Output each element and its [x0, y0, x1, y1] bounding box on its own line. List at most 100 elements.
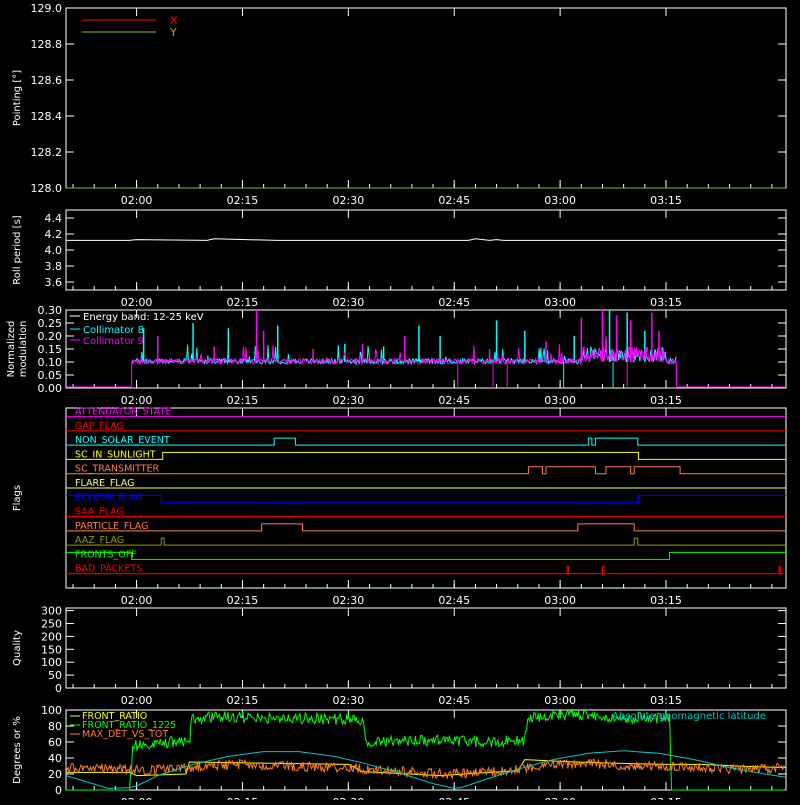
flag-trace-aaz_flag	[66, 537, 786, 546]
y-tick-label-modulation: 0.15	[38, 343, 63, 356]
flag-label-flare_flag: FLARE_FLAG	[75, 478, 135, 489]
x-tick-label-modulation: 02:30	[333, 394, 365, 407]
y-tick-label-quality: 0	[55, 682, 62, 695]
x-tick-label-pointing: 02:00	[121, 194, 153, 207]
y-axis-label-modulation: Normalizedmodulation	[6, 321, 29, 378]
x-tick-label-modulation: 03:15	[650, 394, 682, 407]
flag-label-saa_flag: SAA_FLAG	[75, 507, 124, 518]
x-tick-label-flags: 03:00	[544, 594, 576, 607]
y-tick-label-quality: 250	[41, 617, 62, 630]
y-tick-label-quality: 150	[41, 643, 62, 656]
y-axis-label-roll: Roll period [s]	[12, 215, 23, 284]
x-tick-label-pointing: 02:15	[227, 194, 259, 207]
x-tick-label-quality: 03:00	[544, 694, 576, 707]
x-tick-label-degrees: 02:45	[438, 796, 470, 800]
y-tick-label-quality: 300	[41, 605, 62, 618]
x-tick-label-quality: 02:30	[333, 694, 365, 707]
y-tick-label-modulation: 0.10	[38, 356, 63, 369]
y-tick-label-pointing: 128.6	[31, 74, 63, 87]
x-tick-label-pointing: 03:15	[650, 194, 682, 207]
x-tick-label-roll: 02:15	[227, 296, 259, 309]
x-tick-label-roll: 02:30	[333, 296, 365, 309]
x-tick-label-modulation: 02:00	[121, 394, 153, 407]
y-tick-label-modulation: 0.20	[38, 330, 63, 343]
panel-frame-quality	[65, 607, 787, 689]
x-tick-label-roll: 02:45	[438, 296, 470, 309]
flag-trace-sc_transmitter	[66, 466, 786, 475]
flag-label-sc_in_sunlight: SC_IN_SUNLIGHT	[75, 449, 156, 460]
flag-trace-particle_flag	[66, 523, 786, 532]
x-tick-label-modulation: 02:15	[227, 394, 259, 407]
x-tick-label-degrees: 02:30	[333, 796, 365, 800]
y-axis-label-quality: Quality	[12, 630, 23, 666]
y-tick-label-roll: 4.0	[45, 244, 63, 257]
y-axis-label-degrees: Degrees or %	[12, 716, 23, 784]
x-tick-label-degrees: 03:00	[544, 796, 576, 800]
y-tick-label-pointing: 128.8	[31, 38, 63, 51]
flag-label-particle_flag: PARTICLE_FLAG	[75, 521, 148, 532]
flag-label-attenuator_state: ATTENUATOR_STATE	[75, 407, 171, 418]
flag-label-bad_packets: BAD_PACKETS	[75, 564, 142, 575]
y-axis-label-pointing: Pointing [°]	[12, 70, 23, 126]
flag-label-fronts_off: FRONTS_OFF	[75, 549, 137, 560]
y-tick-label-modulation: 0.25	[38, 317, 63, 330]
x-tick-label-pointing: 03:00	[544, 194, 576, 207]
x-tick-label-pointing: 02:30	[333, 194, 365, 207]
flag-label-eclipse_flag: ECLIPSE_FLAG	[75, 492, 143, 503]
x-tick-label-quality: 03:15	[650, 694, 682, 707]
x-tick-label-modulation: 02:45	[438, 394, 470, 407]
flag-label-gap_flag: GAP_FLAG	[75, 421, 124, 432]
flag-trace-sc_in_sunlight	[66, 451, 786, 460]
legend-label-1: Collimator 9	[83, 336, 144, 347]
y-tick-label-degrees: 40	[48, 752, 62, 765]
y-tick-label-modulation: 0.00	[38, 382, 63, 395]
y-tick-label-degrees: 100	[41, 704, 62, 717]
x-tick-label-roll: 03:15	[650, 296, 682, 309]
annotation-energy-band: Energy band: 12-25 keV	[83, 312, 204, 323]
series-line-deg-0	[66, 759, 787, 777]
x-tick-label-modulation: 03:00	[544, 394, 576, 407]
legend-label-0: Collimator 8	[83, 325, 144, 336]
flag-label-sc_transmitter: SC_TRANSMITTER	[75, 464, 160, 475]
panel-frame-roll	[65, 209, 787, 291]
y-tick-label-roll: 4.4	[45, 212, 63, 225]
y-tick-label-roll: 3.8	[45, 260, 63, 273]
flag-trace-eclipse_flag	[66, 494, 786, 503]
chart-canvas: 02:00 02:15 02:30 02:45 03:00 03:15 128.0 128.2…	[6, 2, 787, 805]
legend-label-Y: Y	[169, 26, 177, 39]
y-tick-label-pointing: 128.0	[31, 182, 63, 195]
x-tick-label-roll: 02:00	[121, 296, 153, 309]
x-tick-label-roll: 03:00	[544, 296, 576, 309]
y-tick-label-pointing: 128.2	[31, 146, 63, 159]
y-tick-label-degrees: 60	[48, 736, 62, 749]
x-tick-label-flags: 02:30	[333, 594, 365, 607]
stacked-time-series-charts: 02:00 02:15 02:30 02:45 03:00 03:15 128.0 128.2…	[0, 0, 800, 805]
x-tick-label-quality: 02:45	[438, 694, 470, 707]
x-tick-label-pointing: 02:45	[438, 194, 470, 207]
legend-label-geomagnetic-latitude: Absolute geomagnetic latitude	[612, 711, 766, 722]
y-tick-label-pointing: 128.4	[31, 110, 63, 123]
y-tick-label-roll: 3.6	[45, 276, 63, 289]
x-tick-label-quality: 02:00	[121, 694, 153, 707]
x-tick-label-degrees: 02:15	[227, 796, 259, 800]
y-tick-label-modulation: 0.05	[38, 369, 63, 382]
y-tick-label-modulation: 0.30	[38, 304, 63, 317]
y-tick-label-degrees: 0	[55, 784, 62, 797]
y-tick-label-pointing: 129.0	[31, 2, 63, 15]
y-tick-label-quality: 50	[48, 669, 62, 682]
x-tick-label-degrees: 02:00	[121, 796, 153, 800]
flag-trace-bad_packets	[66, 566, 786, 575]
series-line-roll-0	[66, 238, 786, 241]
x-tick-label-flags: 02:45	[438, 594, 470, 607]
panel-frame-flags	[65, 407, 787, 589]
flag-label-aaz_flag: AAZ_FLAG	[75, 535, 124, 546]
y-tick-label-degrees: 80	[48, 720, 62, 733]
x-tick-label-degrees: 03:15	[650, 796, 682, 800]
flag-trace-fronts_off	[66, 551, 786, 560]
y-axis-label-flags: Flags	[12, 485, 23, 511]
legend-label-deg-2: MAX_DET_VS_TOT	[82, 729, 168, 740]
x-tick-label-quality: 02:15	[227, 694, 259, 707]
x-tick-label-flags: 02:00	[121, 594, 153, 607]
y-tick-label-roll: 4.2	[45, 228, 63, 241]
x-tick-label-flags: 02:15	[227, 594, 259, 607]
